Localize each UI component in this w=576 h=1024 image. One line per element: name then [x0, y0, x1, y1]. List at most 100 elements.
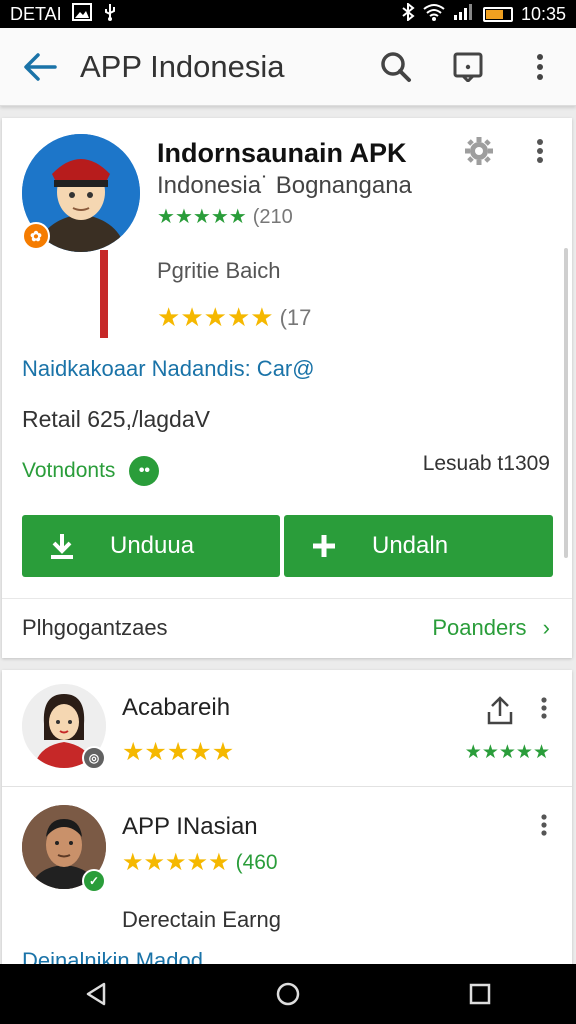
- dev-rating-count: (17: [279, 304, 312, 330]
- app-detail-card: ✿ Indornsaunain APK Indonesia˙ Bognangan…: [2, 118, 572, 658]
- star-icon: ★: [144, 738, 167, 766]
- scrollbar[interactable]: [564, 248, 568, 558]
- settings-button[interactable]: [464, 136, 494, 171]
- related-apps-list: ◎ Acabareih ★★★★★ ★★★★★ ✓ APP INasian ★★…: [2, 670, 572, 973]
- search-icon: [381, 51, 411, 82]
- list-item-title: APP INasian: [122, 813, 258, 840]
- star-icon: ★: [192, 206, 211, 228]
- star-icon: ★: [250, 302, 274, 332]
- share-icon: [487, 696, 513, 725]
- toolbar-title: APP Indonesia: [80, 48, 285, 84]
- square-recents-icon: [469, 983, 491, 1005]
- install-button[interactable]: Undaln: [284, 515, 553, 577]
- list-rating-count: (460: [235, 851, 278, 874]
- flag-pole: [100, 250, 108, 338]
- star-icon: ★: [186, 849, 209, 876]
- star-rating-icons: ★★★★★: [157, 302, 274, 333]
- version-badge: ••: [129, 456, 160, 486]
- star-icon: ★: [157, 302, 181, 332]
- star-rating-icons: ★★★★★: [122, 849, 230, 877]
- app-toolbar: APP Indonesia: [0, 28, 576, 106]
- developer-rating: ★★★★★ (17: [157, 302, 311, 333]
- star-rating-icons: ★★★★★: [465, 742, 550, 764]
- developer-name: Pgritie Baich: [157, 258, 281, 283]
- back-button[interactable]: [0, 28, 80, 106]
- triangle-back-icon: [86, 982, 106, 1006]
- list-item[interactable]: ✓ APP INasian ★★★★★ (460 Derectain Earng: [2, 786, 572, 970]
- signal-icon: [453, 3, 475, 26]
- trailing-rating: ★★★★★: [465, 742, 550, 764]
- status-left-text: DETAI: [10, 3, 62, 24]
- star-icon: ★: [481, 742, 499, 763]
- permissions-link[interactable]: Poanders ›: [432, 615, 550, 641]
- share-button[interactable]: [486, 696, 514, 731]
- star-icon: ★: [166, 738, 190, 766]
- bookmark-button[interactable]: [432, 28, 504, 106]
- wifi-icon: [423, 3, 445, 26]
- system-nav-bar: [0, 964, 576, 1024]
- download-icon: [42, 532, 82, 560]
- star-icon: ★: [180, 302, 204, 332]
- star-rating-icons: ★★★★★: [157, 206, 247, 229]
- app-rating: ★★★★★ (210: [157, 206, 293, 229]
- list-item[interactable]: ◎ Acabareih ★★★★★ ★★★★★: [2, 670, 572, 786]
- more-vert-icon: [537, 53, 543, 80]
- app-title: Indornsaunain APK: [157, 138, 407, 168]
- list-more-button[interactable]: [532, 688, 556, 728]
- more-vert-icon: [541, 697, 547, 719]
- star-icon: ★: [498, 742, 516, 763]
- overflow-menu-button[interactable]: [504, 28, 576, 106]
- permissions-label: Plhgogantzaes: [22, 615, 168, 640]
- star-icon: ★: [189, 738, 212, 766]
- list-badge-icon: ✓: [82, 869, 106, 893]
- status-bar: DETAI 10:35: [0, 0, 576, 28]
- nav-home-button[interactable]: [248, 964, 328, 1024]
- developer-link[interactable]: Naidkakoaar Nadandis: Car@: [22, 356, 315, 382]
- card-more-button[interactable]: [536, 138, 544, 169]
- plus-icon: [304, 533, 344, 559]
- download-button[interactable]: Unduua: [22, 515, 280, 577]
- status-time: 10:35: [520, 3, 566, 24]
- star-icon: ★: [122, 849, 144, 876]
- star-icon: ★: [210, 206, 229, 228]
- price-text: Retail 625,/lagdaV: [22, 406, 210, 432]
- star-icon: ★: [515, 742, 533, 763]
- more-vert-icon: [537, 139, 543, 163]
- size-text: Lesuab t1309: [422, 452, 550, 475]
- nav-recents-button[interactable]: [440, 964, 520, 1024]
- back-arrow-icon: [24, 52, 57, 81]
- usb-icon: [102, 3, 118, 26]
- star-icon: ★: [122, 738, 145, 766]
- version-row: Votndonts ••: [22, 456, 160, 486]
- star-icon: ★: [174, 206, 193, 228]
- more-vert-icon: [541, 814, 547, 836]
- version-label: Votndonts: [22, 459, 116, 482]
- image-icon: [71, 2, 92, 26]
- star-icon: ★: [211, 738, 235, 766]
- list-item-title: Acabareih: [122, 694, 231, 721]
- list-more-button[interactable]: [532, 805, 556, 845]
- install-button-label: Undaln: [372, 532, 449, 559]
- rating-count: (210: [252, 206, 293, 228]
- list-badge-icon: ◎: [82, 746, 106, 770]
- star-icon: ★: [228, 206, 247, 228]
- star-icon: ★: [203, 302, 227, 332]
- list-item-rating: ★★★★★ (460: [122, 849, 278, 877]
- star-icon: ★: [165, 849, 187, 876]
- nav-back-button[interactable]: [56, 964, 136, 1024]
- divider: [2, 598, 572, 599]
- search-button[interactable]: [360, 28, 432, 106]
- bluetooth-icon: [401, 1, 415, 26]
- star-icon: ★: [464, 742, 482, 763]
- star-icon: ★: [532, 742, 550, 763]
- list-item-subtitle: Derectain Earng: [122, 907, 281, 932]
- list-item-rating: ★★★★★: [122, 738, 234, 767]
- star-icon: ★: [143, 849, 166, 876]
- gear-icon: [465, 137, 493, 165]
- circle-home-icon: [276, 982, 300, 1006]
- bookmark-icon: [453, 52, 483, 82]
- star-icon: ★: [226, 302, 251, 332]
- app-badge-icon: ✿: [22, 222, 50, 250]
- chevron-right-icon: ›: [542, 615, 550, 640]
- star-rating-icons: ★★★★★: [122, 738, 234, 767]
